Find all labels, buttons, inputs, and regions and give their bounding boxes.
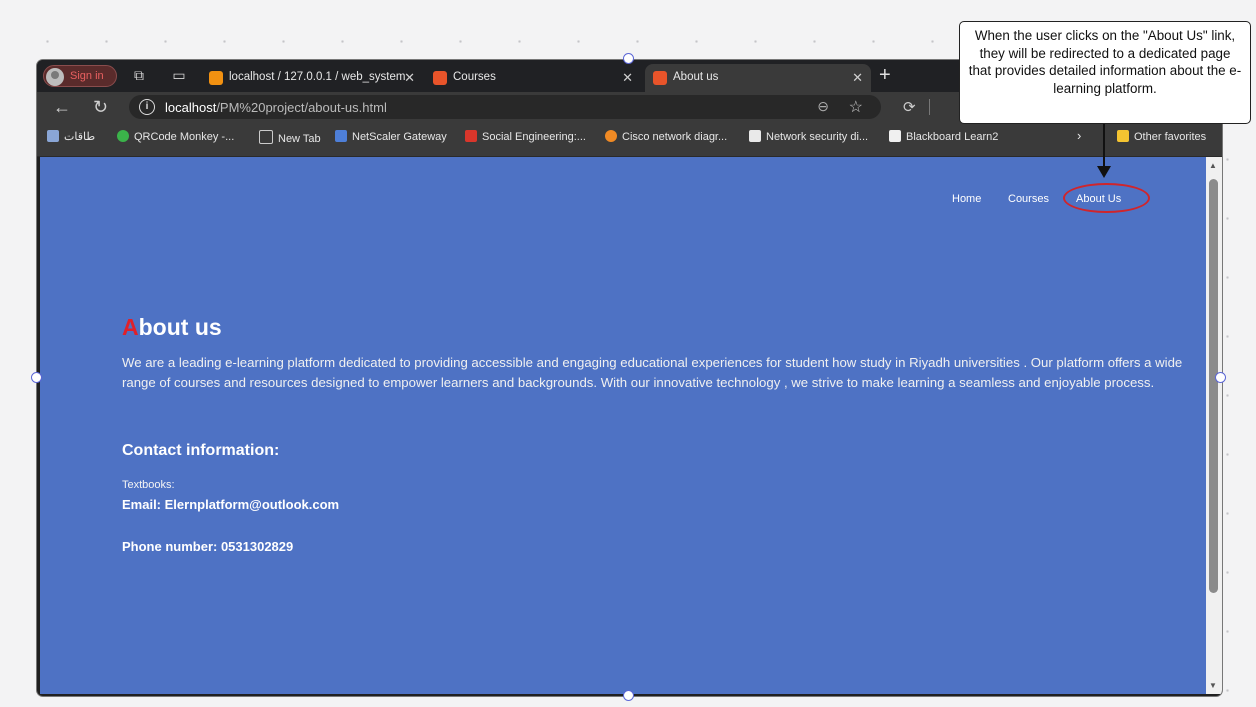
lock-favicon-icon	[335, 130, 347, 142]
folder-icon	[1117, 130, 1129, 142]
phone-text: Phone number: 0531302829	[122, 539, 294, 554]
toolbar-divider	[929, 99, 930, 115]
bookmark-item[interactable]: طاقات	[47, 130, 95, 143]
url-field[interactable]: i localhost/PM%20project/about-us.html ⊖…	[129, 95, 881, 119]
phpmyadmin-favicon-icon	[209, 71, 223, 85]
title-rest: bout us	[138, 314, 222, 340]
bookmark-favicon-icon	[605, 130, 617, 142]
reload-icon[interactable]: ↻	[93, 97, 108, 117]
intro-paragraph: We are a leading e-learning platform ded…	[122, 355, 1183, 390]
zoom-icon[interactable]: ⊖	[817, 98, 829, 115]
html-favicon-icon	[433, 71, 447, 85]
other-favorites[interactable]: Other favorites	[1117, 130, 1206, 143]
url-host: localhost	[165, 100, 217, 115]
tab-title: localhost / 127.0.0.1 / web_system	[229, 71, 406, 83]
browser-window: Sign in ⧉ ▭ localhost / 127.0.0.1 / web_…	[37, 60, 1222, 696]
resize-handle-top[interactable]	[623, 53, 634, 64]
title-initial: A	[122, 314, 139, 340]
scroll-up-icon[interactable]: ▲	[1209, 161, 1217, 170]
close-tab-icon[interactable]: ✕	[622, 70, 633, 86]
bookmark-label: طاقات	[64, 131, 96, 143]
bookmark-item[interactable]: Social Engineering:...	[465, 130, 586, 143]
bookmark-label: Network security di...	[766, 131, 869, 143]
close-tab-icon[interactable]: ✕	[852, 70, 863, 86]
bookmark-item[interactable]: Cisco network diagr...	[605, 130, 727, 143]
profile-button[interactable]: Sign in	[43, 65, 117, 87]
workspaces-icon[interactable]: ⧉	[131, 67, 147, 83]
resize-handle-right[interactable]	[1215, 372, 1226, 383]
highlight-ellipse	[1063, 183, 1150, 213]
tab-title: Courses	[453, 71, 496, 83]
email-text: Email: Elernplatform@outlook.com	[122, 497, 340, 512]
scroll-down-icon[interactable]: ▼	[1209, 681, 1217, 690]
new-tab-button[interactable]: +	[879, 64, 891, 87]
url-text: localhost/PM%20project/about-us.html	[165, 100, 387, 115]
vertical-tabs-icon[interactable]: ▭	[171, 67, 187, 83]
scrollbar[interactable]: ▲ ▼	[1206, 157, 1222, 694]
bookmark-label: Cisco network diagr...	[622, 131, 728, 143]
bookmark-favicon-icon	[749, 130, 761, 142]
bookmark-item[interactable]: Blackboard Learn2	[889, 130, 998, 143]
other-favorites-label: Other favorites	[1134, 131, 1207, 143]
html-favicon-icon	[653, 71, 667, 85]
bookmark-item[interactable]: Network security di...	[749, 130, 868, 143]
bookmark-label: Social Engineering:...	[482, 131, 586, 143]
bookmark-favicon-icon	[465, 130, 477, 142]
tab-phpmyadmin[interactable]: localhost / 127.0.0.1 / web_system ✕	[201, 64, 423, 92]
tab-title: About us	[673, 71, 719, 83]
bookmark-item[interactable]: New Tab	[259, 130, 321, 145]
tab-courses[interactable]: Courses ✕	[425, 64, 641, 92]
page-icon	[259, 130, 273, 144]
bookmark-item[interactable]: QRCode Monkey -...	[117, 130, 234, 143]
bookmarks-bar: طاقات QRCode Monkey -... New Tab NetScal…	[37, 122, 1222, 157]
contact-heading: Contact information:	[122, 442, 280, 459]
resize-handle-bottom[interactable]	[623, 690, 634, 701]
nav-home-link[interactable]: Home	[952, 193, 981, 205]
site-info-icon[interactable]: i	[139, 99, 155, 115]
scrollbar-thumb[interactable]	[1209, 179, 1218, 593]
page-title: About us	[122, 314, 222, 341]
profile-label: Sign in	[70, 70, 104, 82]
nav-courses-link[interactable]: Courses	[1008, 193, 1049, 205]
resize-handle-left[interactable]	[31, 372, 42, 383]
back-icon[interactable]: ←	[53, 97, 71, 117]
favorite-star-icon[interactable]: ☆	[849, 97, 863, 117]
callout-arrow-head	[1097, 166, 1111, 178]
annotation-callout: When the user clicks on the "About Us" l…	[959, 21, 1251, 124]
bookmark-label: Blackboard Learn2	[906, 131, 999, 143]
about-page: Home Courses About Us About us We are a …	[40, 157, 1206, 694]
bookmark-favicon-icon	[47, 130, 59, 142]
textbooks-label: Textbooks:	[122, 479, 175, 491]
url-path: /PM%20project/about-us.html	[216, 100, 387, 115]
bookmark-favicon-icon	[117, 130, 129, 142]
avatar-icon	[46, 68, 64, 86]
more-bookmarks-chevron-icon[interactable]: ›	[1077, 128, 1081, 143]
bookmark-item[interactable]: NetScaler Gateway	[335, 130, 447, 143]
extensions-icon[interactable]: ⟳	[903, 98, 916, 116]
close-tab-icon[interactable]: ✕	[404, 70, 415, 86]
bookmark-label: New Tab	[278, 133, 321, 145]
bookmark-label: QRCode Monkey -...	[134, 131, 235, 143]
callout-arrow-line	[1103, 124, 1105, 170]
bookmark-label: NetScaler Gateway	[352, 131, 447, 143]
blackboard-favicon-icon	[889, 130, 901, 142]
tab-about-us[interactable]: About us ✕	[645, 64, 871, 92]
